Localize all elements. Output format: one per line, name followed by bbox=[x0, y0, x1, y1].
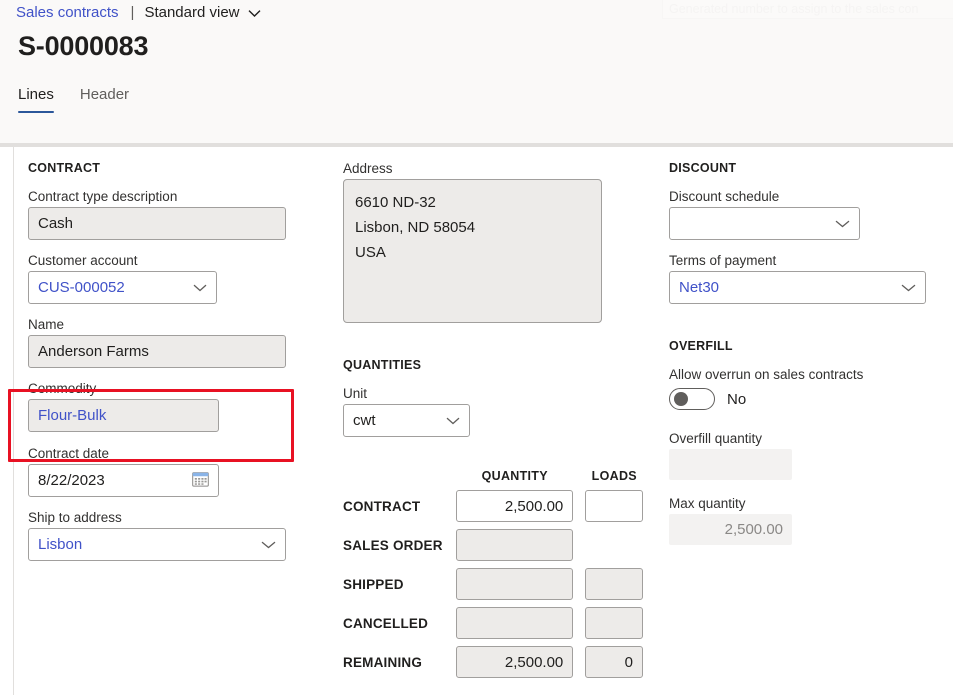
ship-to-address-value: Lisbon bbox=[38, 536, 83, 553]
row-label-sales-order: SALES ORDER bbox=[343, 537, 443, 553]
commodity-field[interactable]: Flour-Bulk bbox=[28, 399, 219, 432]
quantities-header-row: QUANTITY LOADS bbox=[343, 463, 643, 483]
chevron-down-icon[interactable] bbox=[248, 5, 261, 22]
name-label: Name bbox=[28, 317, 65, 332]
discount-section-title: DISCOUNT bbox=[669, 161, 737, 175]
address-line-2: Lisbon, ND 58054 bbox=[355, 219, 476, 236]
commodity-label: Commodity bbox=[28, 381, 97, 396]
allow-overrun-value: No bbox=[727, 390, 747, 408]
contract-section: CONTRACT Contract type description Cash … bbox=[28, 147, 328, 561]
terms-of-payment-field[interactable]: Net30 bbox=[669, 271, 926, 304]
quantities-grid: QUANTITY LOADS CONTRACT 2,500.00 SALES O… bbox=[343, 463, 643, 678]
row-label-remaining: REMAINING bbox=[343, 654, 423, 670]
row-label-contract: CONTRACT bbox=[343, 498, 421, 514]
unit-value: cwt bbox=[353, 412, 376, 429]
address-line-3: USA bbox=[355, 244, 386, 261]
row-label-cancelled: CANCELLED bbox=[343, 615, 429, 631]
unit-label: Unit bbox=[343, 386, 368, 401]
breadcrumb-separator: | bbox=[130, 3, 135, 21]
chevron-down-icon[interactable] bbox=[193, 279, 207, 296]
overfill-section-title: OVERFILL bbox=[669, 339, 733, 353]
cancelled-quantity-input[interactable] bbox=[455, 607, 574, 639]
contract-quantity-value: 2,500.00 bbox=[504, 497, 564, 515]
remaining-quantity-input[interactable]: 2,500.00 bbox=[455, 646, 574, 678]
left-rail-divider bbox=[13, 147, 14, 695]
quantity-column-header: QUANTITY bbox=[481, 469, 548, 483]
remaining-loads-value: 0 bbox=[624, 653, 633, 671]
max-quantity-field: 2,500.00 bbox=[669, 514, 792, 545]
contract-loads-input[interactable] bbox=[585, 490, 643, 522]
unit-field[interactable]: cwt bbox=[343, 404, 470, 437]
page-title: S-0000083 bbox=[18, 31, 149, 61]
contract-date-value: 8/22/2023 bbox=[38, 472, 105, 489]
allow-overrun-toggle[interactable] bbox=[669, 388, 715, 410]
chevron-down-icon[interactable] bbox=[835, 215, 850, 232]
overfill-quantity-field bbox=[669, 449, 792, 480]
overfill-quantity-label: Overfill quantity bbox=[669, 431, 763, 446]
contract-type-description-value: Cash bbox=[38, 215, 74, 232]
cancelled-loads-input[interactable] bbox=[585, 607, 643, 639]
tab-lines-label: Lines bbox=[18, 86, 54, 103]
chevron-down-icon[interactable] bbox=[446, 412, 460, 429]
remaining-loads-input[interactable]: 0 bbox=[585, 646, 643, 678]
row-label-shipped: SHIPPED bbox=[343, 576, 404, 592]
address-label: Address bbox=[343, 161, 393, 176]
max-quantity-value: 2,500.00 bbox=[724, 521, 783, 538]
max-quantity-label: Max quantity bbox=[669, 496, 746, 511]
address-line-1: 6610 ND-32 bbox=[355, 194, 436, 211]
ship-to-address-field[interactable]: Lisbon bbox=[28, 528, 286, 561]
customer-account-field[interactable]: CUS-000052 bbox=[28, 271, 217, 304]
contract-type-description-label: Contract type description bbox=[28, 189, 178, 204]
tab-header[interactable]: Header bbox=[80, 86, 129, 113]
remaining-quantity-value: 2,500.00 bbox=[504, 653, 564, 671]
contract-type-description-field[interactable]: Cash bbox=[28, 207, 286, 240]
customer-account-label: Customer account bbox=[28, 253, 138, 268]
name-value: Anderson Farms bbox=[38, 343, 149, 360]
tabstrip: Lines Header bbox=[18, 86, 129, 113]
allow-overrun-toggle-row: No bbox=[669, 388, 941, 410]
chevron-down-icon[interactable] bbox=[261, 536, 276, 553]
table-row: SALES ORDER bbox=[343, 529, 643, 561]
discount-schedule-label: Discount schedule bbox=[669, 189, 780, 204]
name-field[interactable]: Anderson Farms bbox=[28, 335, 286, 368]
contract-section-title: CONTRACT bbox=[28, 161, 101, 175]
terms-of-payment-label: Terms of payment bbox=[669, 253, 777, 268]
discount-schedule-field[interactable] bbox=[669, 207, 860, 240]
address-quantities-column: Address 6610 ND-32 Lisbon, ND 58054 USA … bbox=[343, 147, 643, 678]
generated-number-tooltip-remnant: Generated number to assign to the sales … bbox=[662, 0, 953, 19]
address-box[interactable]: 6610 ND-32 Lisbon, ND 58054 USA bbox=[343, 179, 602, 323]
table-row: SHIPPED bbox=[343, 568, 643, 600]
loads-column-header: LOADS bbox=[591, 469, 637, 483]
ship-to-address-label: Ship to address bbox=[28, 510, 122, 525]
table-row: CANCELLED bbox=[343, 607, 643, 639]
shipped-quantity-input[interactable] bbox=[455, 568, 574, 600]
toggle-knob bbox=[674, 392, 688, 406]
quantities-section-title: QUANTITIES bbox=[343, 358, 422, 372]
allow-overrun-label: Allow overrun on sales contracts bbox=[669, 367, 864, 382]
customer-account-value: CUS-000052 bbox=[38, 279, 125, 296]
content-area: CONTRACT Contract type description Cash … bbox=[0, 147, 953, 695]
contract-quantity-input[interactable]: 2,500.00 bbox=[455, 490, 574, 522]
sales-order-quantity-input[interactable] bbox=[455, 529, 574, 561]
table-row: REMAINING 2,500.00 0 bbox=[343, 646, 643, 678]
tab-lines[interactable]: Lines bbox=[18, 86, 54, 113]
chevron-down-icon[interactable] bbox=[901, 279, 916, 296]
calendar-icon[interactable] bbox=[192, 471, 209, 491]
breadcrumb: Sales contracts | Standard view bbox=[16, 1, 261, 23]
breadcrumb-sales-contracts-link[interactable]: Sales contracts bbox=[16, 4, 119, 21]
terms-of-payment-value: Net30 bbox=[679, 279, 720, 296]
contract-date-label: Contract date bbox=[28, 446, 110, 461]
commodity-value: Flour-Bulk bbox=[38, 407, 107, 424]
contract-date-field[interactable]: 8/22/2023 bbox=[28, 464, 219, 497]
sales-contract-page: Generated number to assign to the sales … bbox=[0, 0, 953, 695]
shipped-loads-input[interactable] bbox=[585, 568, 643, 600]
table-row: CONTRACT 2,500.00 bbox=[343, 490, 643, 522]
view-selector-label[interactable]: Standard view bbox=[144, 4, 239, 21]
tab-header-label: Header bbox=[79, 86, 130, 103]
discount-overfill-column: DISCOUNT Discount schedule Terms of paym… bbox=[669, 147, 941, 545]
